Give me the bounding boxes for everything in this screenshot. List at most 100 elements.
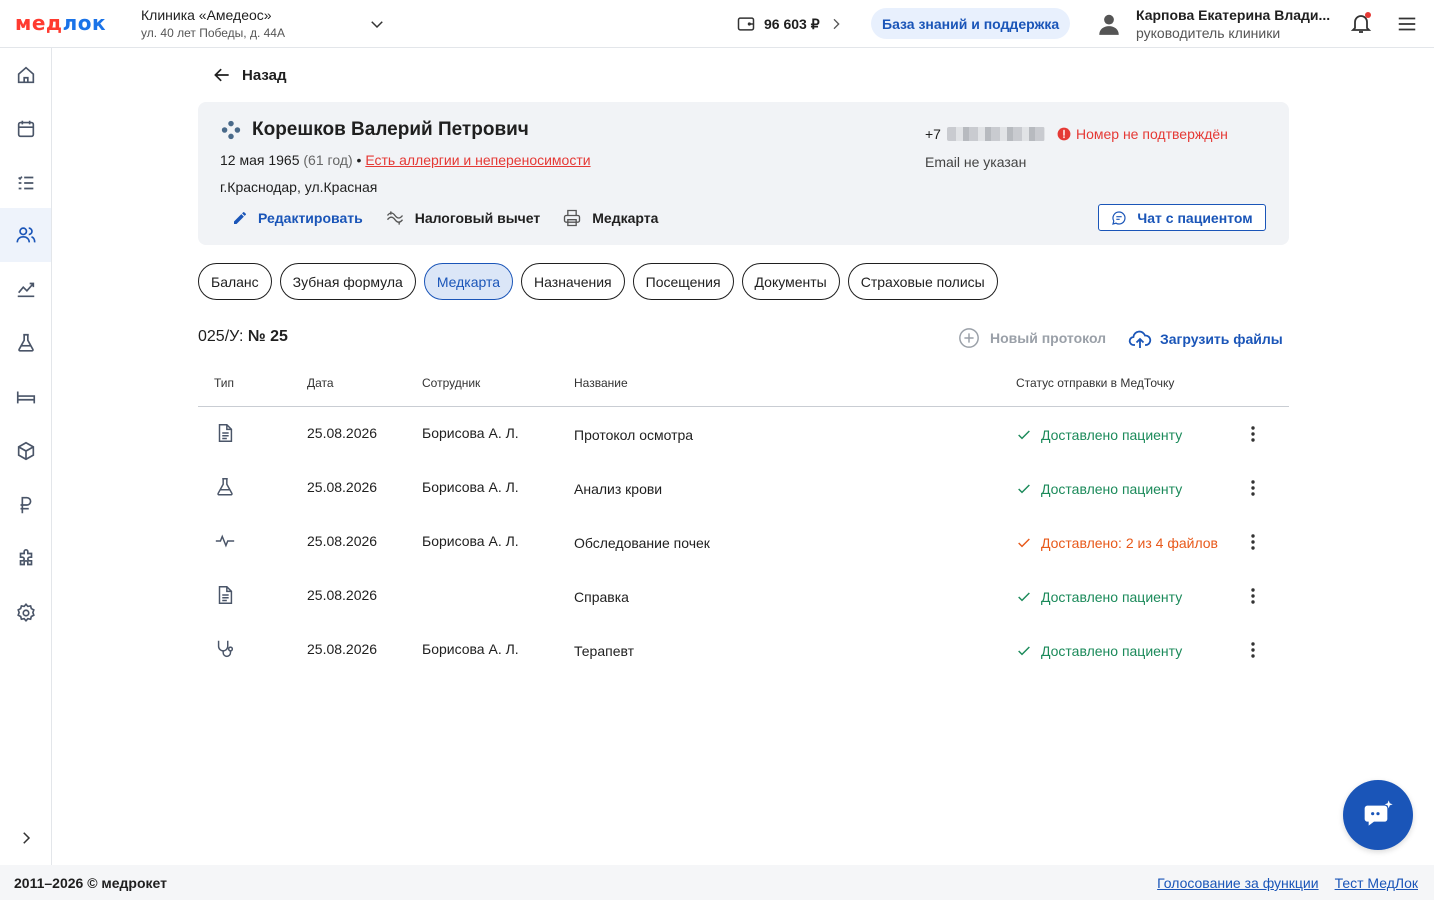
document-icon [218, 586, 233, 604]
patient-meta: 12 мая 1965 (61 год) • Есть аллергии и н… [220, 152, 591, 168]
tax-icon [386, 211, 403, 225]
tab-visits[interactable]: Посещения [632, 263, 734, 300]
sidebar-item-integrations[interactable] [0, 532, 51, 586]
sidebar-item-tasks[interactable] [0, 156, 51, 210]
chat-icon [1112, 210, 1126, 225]
tab-balance[interactable]: Баланс [198, 263, 272, 300]
menu-icon[interactable] [1396, 13, 1418, 35]
medlok-logo[interactable]: медлок [15, 11, 106, 35]
row-employee: Борисова А. Л. [422, 479, 519, 495]
top-header: медлок Клиника «Амедеос» ул. 40 лет Побе… [0, 0, 1434, 48]
clinic-address: ул. 40 лет Победы, д. 44А [141, 26, 285, 40]
row-menu-button[interactable] [1244, 424, 1262, 444]
tab-dental-formula[interactable]: Зубная формула [279, 263, 416, 300]
patients-icon [15, 227, 36, 243]
column-name: Название [574, 376, 628, 390]
sidebar-item-calendar[interactable] [0, 102, 51, 156]
row-employee: Борисова А. Л. [422, 641, 519, 657]
alert-circle-icon [1057, 127, 1071, 141]
sidebar-expand-button[interactable] [0, 811, 51, 865]
tab-medcard[interactable]: Медкарта [423, 263, 514, 300]
patient-address: г.Краснодар, ул.Красная [220, 179, 378, 195]
edit-button[interactable]: Редактировать [232, 208, 363, 228]
home-icon [17, 66, 34, 84]
printer-icon [564, 209, 581, 227]
calendar-icon [17, 120, 34, 138]
patient-phone: +7 Номер не подтверждён [925, 126, 1228, 142]
row-status-text: Доставлено пациенту [1041, 589, 1183, 605]
upload-files-label: Загрузить файлы [1160, 331, 1283, 347]
medcard-number-value: № 25 [247, 328, 288, 345]
sidebar-item-warehouse[interactable] [0, 424, 51, 478]
patient-card: Корешков Валерий Петрович 12 мая 1965 (6… [198, 102, 1289, 245]
sidebar-item-home[interactable] [0, 48, 51, 102]
plus-circle-icon [959, 328, 979, 348]
chat-with-patient-button[interactable]: Чат с пациентом [1098, 204, 1266, 231]
vote-features-link[interactable]: Голосование за функции [1157, 875, 1318, 891]
patient-birth-date: 12 мая 1965 [220, 152, 300, 168]
row-menu-button[interactable] [1244, 532, 1262, 552]
sidebar-item-patients[interactable] [0, 208, 51, 262]
logo-text-part2: лок [62, 11, 107, 35]
bell-icon[interactable] [1349, 11, 1373, 35]
phone-unverified: Номер не подтверждён [1057, 126, 1228, 142]
phone-status: Номер не подтверждён [1075, 126, 1228, 142]
edit-label: Редактировать [258, 210, 363, 226]
tax-deduction-button[interactable]: Налоговый вычет [385, 208, 541, 228]
tab-prescriptions[interactable]: Назначения [521, 263, 625, 300]
knowledge-base-button[interactable]: База знаний и поддержка [871, 8, 1071, 39]
row-name: Справка [574, 589, 629, 605]
patient-email: Email не указан [925, 154, 1027, 170]
medcard-number: 025/У: № 25 [198, 328, 288, 346]
patient-actions: Редактировать Налоговый вычет Медкарта [232, 208, 658, 228]
row-menu-button[interactable] [1244, 640, 1262, 660]
sidebar-item-lab[interactable] [0, 316, 51, 370]
new-protocol-label: Новый протокол [990, 330, 1107, 346]
row-name: Анализ крови [574, 481, 663, 497]
sidebar-item-analytics[interactable] [0, 262, 51, 316]
sidebar [0, 48, 52, 865]
user-name: Карпова Екатерина Влади... [1136, 7, 1331, 23]
chevron-right-icon [833, 18, 840, 30]
sidebar-item-hospital[interactable] [0, 370, 51, 424]
row-date: 25.08.2026 [307, 479, 378, 495]
column-type: Тип [214, 376, 235, 390]
table-row[interactable]: 25.08.2026 Борисова А. Л. Анализ крови Д… [198, 461, 1289, 515]
table-row[interactable]: 25.08.2026 Борисова А. Л. Терапевт Доста… [198, 623, 1289, 677]
check-icon [1018, 430, 1030, 440]
upload-files-button[interactable]: Загрузить файлы [1128, 327, 1283, 351]
user-role: руководитель клиники [1136, 25, 1281, 41]
tax-label: Налоговый вычет [414, 210, 541, 226]
new-protocol-button[interactable]: Новый протокол [958, 327, 1106, 349]
tab-documents[interactable]: Документы [741, 263, 840, 300]
table-row[interactable]: 25.08.2026 Борисова А. Л. Обследование п… [198, 515, 1289, 569]
balance-value: 96 603 ₽ [764, 15, 820, 32]
print-medcard-button[interactable]: Медкарта [562, 208, 658, 228]
bed-icon [16, 391, 35, 404]
row-status-text: Доставлено пациенту [1041, 643, 1183, 659]
row-menu-button[interactable] [1244, 478, 1262, 498]
sidebar-item-finance[interactable] [0, 478, 51, 532]
chevron-down-icon[interactable] [368, 15, 386, 33]
sidebar-item-settings[interactable] [0, 586, 51, 640]
row-menu-button[interactable] [1244, 586, 1262, 606]
clinic-selector[interactable]: Клиника «Амедеос» ул. 40 лет Победы, д. … [141, 7, 285, 40]
table-row[interactable]: 25.08.2026 Справка Доставлено пациенту [198, 569, 1289, 623]
back-button[interactable]: Назад [212, 65, 286, 85]
test-medlok-link[interactable]: Тест МедЛок [1335, 875, 1418, 891]
row-date: 25.08.2026 [307, 641, 378, 657]
allergy-link[interactable]: Есть аллергии и непереносимости [365, 152, 590, 168]
pencil-icon [234, 212, 246, 224]
row-date: 25.08.2026 [307, 587, 378, 603]
tab-insurance[interactable]: Страховые полисы [847, 263, 998, 300]
medcard-number-prefix: 025/У: [198, 328, 244, 345]
analytics-icon [17, 282, 34, 298]
phone-blurred [946, 127, 1045, 141]
lab-icon [17, 333, 34, 352]
table-row[interactable]: 25.08.2026 Борисова А. Л. Протокол осмот… [198, 407, 1289, 461]
balance-widget[interactable]: 96 603 ₽ [736, 14, 844, 34]
row-status: Доставлено пациенту [1016, 643, 1182, 659]
assistant-chat-button[interactable] [1343, 780, 1413, 850]
more-vertical-icon [1251, 426, 1255, 442]
row-name: Обследование почек [574, 535, 710, 551]
